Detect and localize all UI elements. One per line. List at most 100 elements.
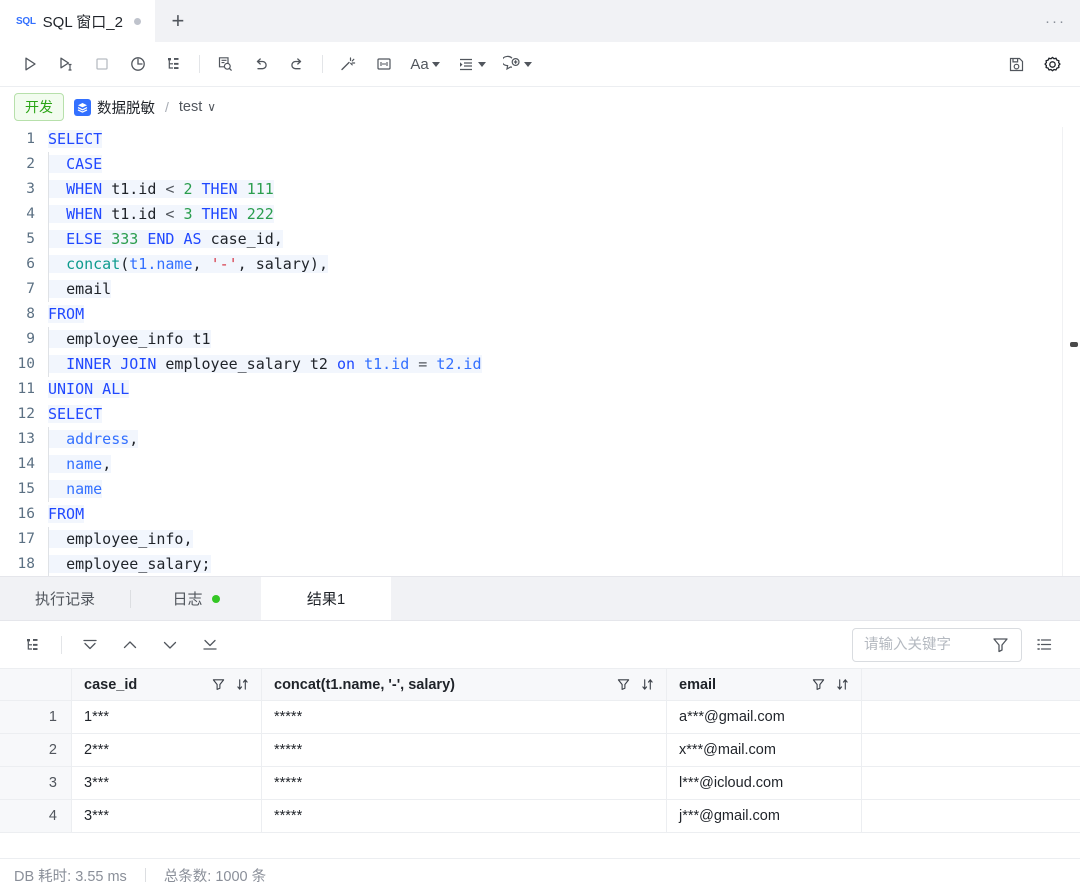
code-text[interactable]: CASE [48,152,103,177]
code-line[interactable]: 16 FROM [0,502,1080,527]
code-lines[interactable]: 1 SELECT 2 CASE 3 WHEN t1.id < 2 THEN 111 4 … [0,127,1080,576]
indent-button[interactable] [448,49,494,79]
code-line[interactable]: 14 name, [0,452,1080,477]
tab-bar-more-button[interactable]: ··· [1045,0,1066,42]
code-line[interactable]: 5 ELSE 333 END AS case_id, [0,227,1080,252]
column-header-case-id[interactable]: case_id [72,669,262,701]
code-line[interactable]: 4 WHEN t1.id < 3 THEN 222 [0,202,1080,227]
new-tab-button[interactable]: + [155,0,201,42]
code-text[interactable]: SELECT [48,127,103,152]
save-button[interactable] [998,49,1034,79]
code-text[interactable]: employee_salary; [48,552,211,576]
sql-editor[interactable]: 1 SELECT 2 CASE 3 WHEN t1.id < 2 THEN 111 4 … [0,127,1080,577]
table-cell-case_id[interactable]: 2*** [72,734,262,767]
column-header-email[interactable]: email [667,669,862,701]
result-grid-body[interactable]: 1 1*** ***** a***@gmail.com 2 2*** ***** x***@m… [0,701,1080,833]
database-selector[interactable]: test ∨ [179,99,216,115]
table-cell-case_id[interactable]: 3*** [72,767,262,800]
table-cell-case_id[interactable]: 3*** [72,800,262,833]
last-page-button[interactable] [191,630,229,660]
code-line[interactable]: 1 SELECT [0,127,1080,152]
table-cell-case_id[interactable]: 1*** [72,701,262,734]
table-row[interactable]: 2 2*** ***** x***@mail.com [0,734,1080,767]
table-cell-email[interactable]: x***@mail.com [667,734,862,767]
code-text[interactable]: FROM [48,502,85,527]
table-cell-email[interactable]: a***@gmail.com [667,701,862,734]
table-row[interactable]: 3 3*** ***** l***@icloud.com [0,767,1080,800]
code-line[interactable]: 8 FROM [0,302,1080,327]
table-cell-concat[interactable]: ***** [262,767,667,800]
filter-icon-2[interactable] [617,678,630,691]
settings-gear-button[interactable] [1034,49,1070,79]
sort-icon[interactable] [236,678,249,691]
datasource-item[interactable]: 数据脱敏 [74,97,155,118]
add-comment-button[interactable] [494,49,540,79]
sort-icon-3[interactable] [836,678,849,691]
prev-page-button[interactable] [111,630,149,660]
code-line[interactable]: 13 address, [0,427,1080,452]
tab-execution-records[interactable]: 执行记录 [0,577,130,620]
column-header-concat[interactable]: concat(t1.name, '-', salary) [262,669,667,701]
table-row[interactable]: 1 1*** ***** a***@gmail.com [0,701,1080,734]
table-cell-email[interactable]: l***@icloud.com [667,767,862,800]
code-text[interactable]: employee_info t1 [48,327,211,352]
result-grid[interactable]: case_id concat(t1.name, '-', salary) ema… [0,669,1080,833]
code-line[interactable]: 18 employee_salary; [0,552,1080,576]
code-text[interactable]: name, [48,452,112,477]
code-line[interactable]: 6 concat(t1.name, '-', salary), [0,252,1080,277]
sort-icon-2[interactable] [641,678,654,691]
code-line[interactable]: 2 CASE [0,152,1080,177]
font-size-button[interactable]: Aa [402,49,448,79]
next-page-button[interactable] [151,630,189,660]
code-line[interactable]: 3 WHEN t1.id < 2 THEN 111 [0,177,1080,202]
code-text[interactable]: email [48,277,112,302]
code-line[interactable]: 17 employee_info, [0,527,1080,552]
editor-tab-sql-window-2[interactable]: SQL SQL 窗口_2 [0,0,155,42]
code-line[interactable]: 12 SELECT [0,402,1080,427]
stop-button[interactable] [84,49,120,79]
code-line[interactable]: 7 email [0,277,1080,302]
code-text[interactable]: address, [48,427,139,452]
redo-button[interactable] [279,49,315,79]
filter-button[interactable] [982,630,1018,660]
code-text[interactable]: INNER JOIN employee_salary t2 on t1.id =… [48,352,482,377]
result-structure-button[interactable] [14,630,52,660]
undo-button[interactable] [243,49,279,79]
run-button[interactable] [12,49,48,79]
code-token: employee_info t1 [66,330,211,348]
tab-result-1[interactable]: 结果1 [261,577,391,620]
table-row[interactable]: 4 3*** ***** j***@gmail.com [0,800,1080,833]
code-text[interactable]: UNION ALL [48,377,130,402]
code-text[interactable]: WHEN t1.id < 3 THEN 222 [48,202,274,227]
environment-chip[interactable]: 开发 [14,93,64,121]
table-cell-concat[interactable]: ***** [262,701,667,734]
code-text[interactable]: WHEN t1.id < 2 THEN 111 [48,177,274,202]
tab-logs[interactable]: 日志 [131,577,261,620]
table-cell-email[interactable]: j***@gmail.com [667,800,862,833]
code-text[interactable]: SELECT [48,402,103,427]
structure-button[interactable] [156,49,192,79]
filter-icon-3[interactable] [812,678,825,691]
code-line[interactable]: 10 INNER JOIN employee_salary t2 on t1.i… [0,352,1080,377]
code-text[interactable]: name [48,477,103,502]
editor-vertical-scrollbar[interactable] [1070,342,1078,347]
magic-wand-button[interactable] [330,49,366,79]
code-line[interactable]: 11 UNION ALL [0,377,1080,402]
row-number-cell: 2 [0,734,72,767]
code-text[interactable]: employee_info, [48,527,193,552]
code-line[interactable]: 9 employee_info t1 [0,327,1080,352]
code-text[interactable]: FROM [48,302,85,327]
first-page-button[interactable] [71,630,109,660]
editor-right-rule [1062,127,1063,576]
code-line[interactable]: 15 name [0,477,1080,502]
filter-icon[interactable] [212,678,225,691]
explain-plan-button[interactable] [207,49,243,79]
run-to-cursor-button[interactable] [48,49,84,79]
timer-button[interactable] [120,49,156,79]
code-text[interactable]: ELSE 333 END AS case_id, [48,227,283,252]
code-text[interactable]: concat(t1.name, '-', salary), [48,252,328,277]
table-cell-concat[interactable]: ***** [262,734,667,767]
split-view-button[interactable] [366,49,402,79]
column-list-button[interactable] [1026,630,1062,660]
table-cell-concat[interactable]: ***** [262,800,667,833]
